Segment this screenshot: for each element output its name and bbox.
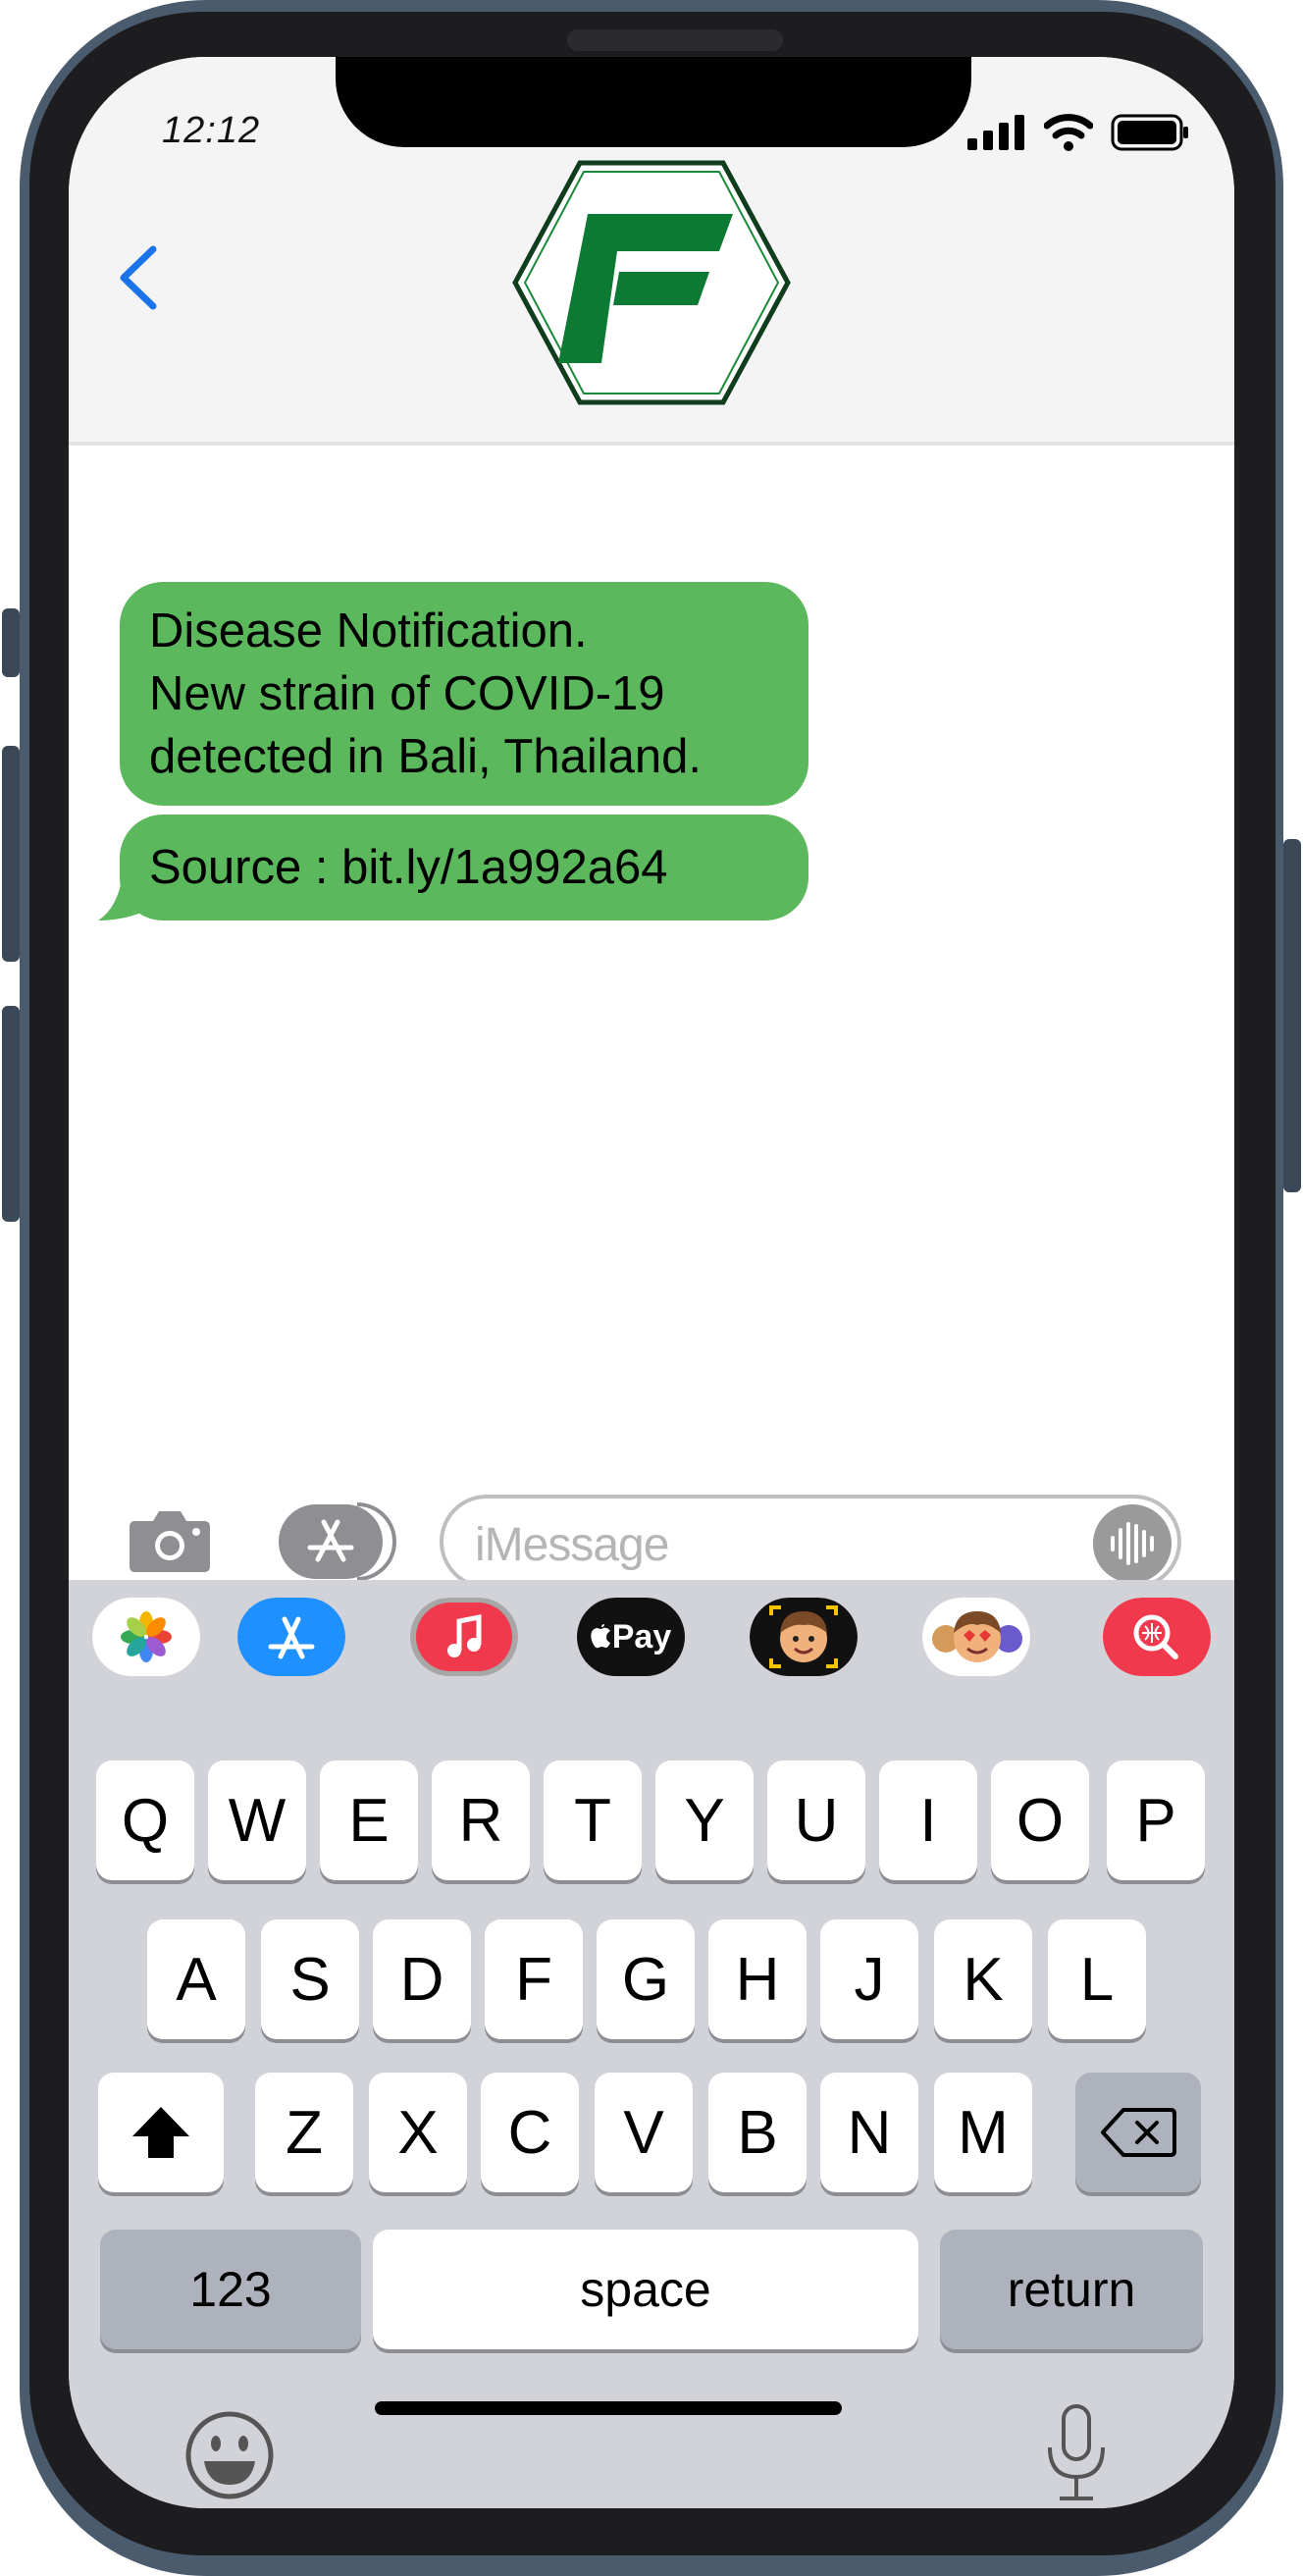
home-indicator[interactable] [375,2401,842,2415]
key-i[interactable]: I [879,1761,977,1880]
numbers-key[interactable]: 123 [100,2230,361,2349]
shift-key[interactable] [98,2073,224,2192]
photos-icon[interactable] [92,1598,200,1676]
message-input[interactable]: iMessage [440,1495,1181,1589]
status-time: 12:12 [162,110,261,151]
key-s[interactable]: S [261,1919,359,2039]
apple-pay-label: Pay [611,1617,672,1656]
status-icons [967,114,1189,151]
message-bubble[interactable]: Disease Notification. New strain of COVI… [120,582,808,806]
message-line: New strain of COVID-19 [149,667,665,720]
key-q[interactable]: Q [96,1761,194,1880]
key-a[interactable]: A [147,1919,245,2039]
wifi-icon [1044,114,1093,151]
key-b[interactable]: B [708,2073,807,2192]
chevron-left-icon[interactable] [114,243,161,312]
key-w[interactable]: W [208,1761,306,1880]
camera-icon[interactable] [128,1507,212,1572]
key-o[interactable]: O [991,1761,1089,1880]
signal-icon [967,115,1024,150]
search-images-icon[interactable] [1103,1598,1211,1676]
key-r[interactable]: R [432,1761,530,1880]
keyboard: Pay Q W E R T Y U I O P A S D F G H J K … [69,1580,1234,2508]
key-z[interactable]: Z [255,2073,353,2192]
green-hexagon-f-logo [512,160,791,405]
key-l[interactable]: L [1048,1919,1146,2039]
key-y[interactable]: Y [655,1761,754,1880]
key-c[interactable]: C [481,2073,579,2192]
return-key[interactable]: return [940,2230,1203,2349]
imessage-app-strip: Pay [69,1580,1234,1706]
apple-pay-icon[interactable]: Pay [577,1598,685,1676]
memoji-icon[interactable] [750,1598,858,1676]
message-input-placeholder: iMessage [475,1519,669,1571]
music-icon[interactable] [410,1598,518,1676]
message-line: detected in Bali, Thailand. [149,730,702,783]
key-v[interactable]: V [595,2073,693,2192]
message-line: Disease Notification. [149,605,588,657]
key-t[interactable]: T [544,1761,642,1880]
volume-down-button [2,1006,20,1222]
key-h[interactable]: H [708,1919,807,2039]
key-e[interactable]: E [320,1761,418,1880]
delete-key[interactable] [1075,2073,1201,2192]
space-key[interactable]: space [373,2230,918,2349]
key-f[interactable]: F [485,1919,583,2039]
delete-backspace-icon [1101,2108,1176,2157]
app-store-icon[interactable] [237,1598,345,1676]
phone-screen: 12:12 Disease Notification. New strain o… [69,57,1234,2508]
battery-icon [1111,114,1188,151]
memoji-stickers-icon[interactable] [922,1598,1030,1676]
compose-bar: iMessage [69,1460,1234,1589]
mute-switch [2,608,20,677]
emoji-icon[interactable] [184,2410,275,2500]
volume-up-button [2,746,20,962]
app-store-button-icon[interactable] [279,1502,396,1581]
notch [336,57,971,147]
microphone-icon[interactable] [1042,2404,1111,2502]
message-line: Source : bit.ly/1a992a64 [149,841,668,894]
key-j[interactable]: J [820,1919,918,2039]
apple-logo-icon [591,1624,610,1649]
key-p[interactable]: P [1107,1761,1205,1880]
power-button [1283,839,1301,1192]
key-d[interactable]: D [373,1919,471,2039]
speaker-grille [567,29,783,51]
key-k[interactable]: K [934,1919,1032,2039]
key-m[interactable]: M [934,2073,1032,2192]
audio-message-icon[interactable] [1093,1504,1172,1583]
key-g[interactable]: G [597,1919,695,2039]
key-n[interactable]: N [820,2073,918,2192]
shift-arrow-icon [132,2107,189,2158]
key-x[interactable]: X [369,2073,467,2192]
key-u[interactable]: U [767,1761,865,1880]
message-bubble[interactable]: Source : bit.ly/1a992a64 [120,815,808,920]
